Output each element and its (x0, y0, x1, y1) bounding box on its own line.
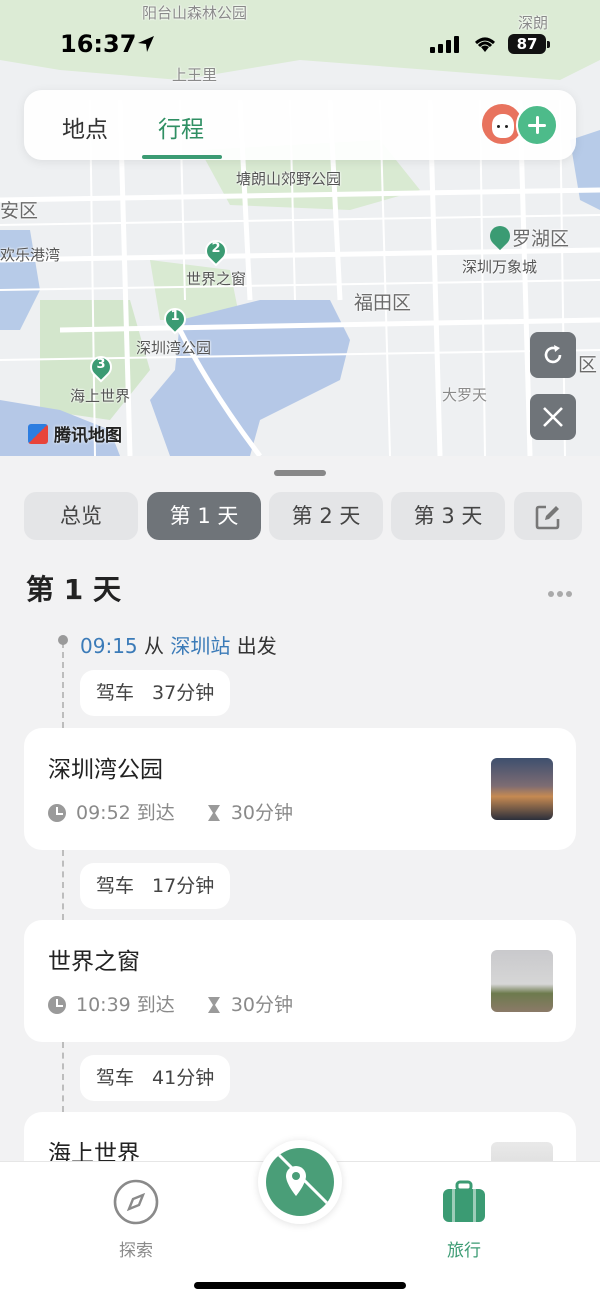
map-pin-icon (272, 1148, 334, 1210)
drive-segment[interactable]: 驾车 17分钟 (80, 863, 231, 909)
nav-travel-label: 旅行 (447, 1241, 481, 1261)
wifi-icon (475, 37, 495, 52)
map-pin-1[interactable]: 1 (159, 303, 191, 336)
timeline-connector (62, 1042, 64, 1112)
itinerary-sheet: 总览 第 1 天 第 2 天 第 3 天 第 1 天 09:15 从 深圳站 出… (0, 456, 600, 1234)
close-icon (543, 407, 563, 427)
map-pin-label: 深圳湾公园 (136, 339, 212, 357)
stop-thumbnail[interactable] (491, 950, 553, 1012)
stop-meta: 10:39 到达 30分钟 (48, 990, 293, 1017)
timeline-start-dot (58, 635, 68, 645)
add-collaborator-button[interactable] (516, 104, 558, 146)
status-time: 16:37 (60, 30, 137, 58)
nav-explore-label: 探索 (119, 1241, 153, 1261)
battery-indicator: 87 (508, 34, 550, 54)
map-label-district: 罗湖区 (512, 228, 570, 250)
hourglass-icon (207, 805, 220, 821)
bottom-nav: 探索 旅行 (0, 1140, 600, 1300)
home-indicator (194, 1282, 406, 1289)
map-label-park: 塘朗山郊野公园 (236, 170, 342, 188)
tab-day-2[interactable]: 第 2 天 (269, 492, 383, 540)
location-arrow-icon (138, 36, 154, 52)
map-label-area: 上王里 (172, 66, 218, 84)
timeline-connector (62, 850, 64, 920)
map-pin-label: 海上世界 (70, 387, 131, 405)
nav-explore[interactable]: 探索 (96, 1178, 176, 1261)
day-title: 第 1 天 (26, 573, 121, 606)
stop-thumbnail[interactable] (491, 758, 553, 820)
map-pin-label: 世界之窗 (186, 270, 247, 288)
departure-station-link[interactable]: 深圳站 (170, 634, 230, 658)
clock-icon (48, 996, 66, 1014)
close-map-button[interactable] (530, 394, 576, 440)
map-label-area: 欢乐港湾 (0, 246, 61, 264)
map-label-district: 福田区 (354, 292, 412, 314)
suitcase-icon (443, 1180, 485, 1222)
tab-itinerary[interactable]: 行程 (158, 110, 204, 144)
more-options-icon[interactable] (548, 582, 575, 601)
map-label-park: 阳台山森林公园 (142, 4, 248, 22)
drive-segment[interactable]: 驾车 37分钟 (80, 670, 231, 716)
hotel-marker-icon[interactable] (485, 221, 515, 251)
tab-overview[interactable]: 总览 (24, 492, 138, 540)
edit-button[interactable] (514, 492, 582, 540)
active-tab-indicator (142, 155, 222, 159)
cellular-signal-icon (430, 36, 459, 53)
map-toggle-button[interactable] (258, 1140, 342, 1224)
top-tab-bar: 地点 行程 (24, 90, 576, 160)
stop-name: 世界之窗 (48, 949, 140, 975)
map-brand: 腾讯地图 (28, 421, 122, 446)
tab-day-1[interactable]: 第 1 天 (147, 492, 261, 540)
timeline-connector (62, 642, 64, 728)
clock-icon (48, 804, 66, 822)
map-pin-2[interactable]: 2 (200, 235, 232, 268)
stop-name: 深圳湾公园 (48, 757, 163, 783)
day-tab-bar: 总览 第 1 天 第 2 天 第 3 天 (24, 492, 584, 542)
edit-icon (535, 505, 560, 530)
refresh-button[interactable] (530, 332, 576, 378)
compass-icon (113, 1179, 159, 1225)
map-label-area: 大罗天 (442, 386, 488, 404)
map-view[interactable]: 阳台山森林公园 上王里 深朗 塘朗山郊野公园 安区 欢乐港湾 罗湖区 深圳万象城… (0, 0, 600, 456)
nav-travel[interactable]: 旅行 (424, 1178, 504, 1261)
departure-info: 09:15 从 深圳站 出发 (80, 634, 277, 658)
hourglass-icon (207, 997, 220, 1013)
stop-card[interactable]: 世界之窗 10:39 到达 30分钟 (24, 920, 576, 1042)
refresh-icon (544, 345, 562, 364)
map-label-district: 安区 (0, 200, 39, 222)
map-pin-3[interactable]: 3 (85, 351, 117, 384)
tab-day-3[interactable]: 第 3 天 (391, 492, 505, 540)
stop-card[interactable]: 深圳湾公园 09:52 到达 30分钟 (24, 728, 576, 850)
tab-places[interactable]: 地点 (62, 110, 108, 144)
drive-segment[interactable]: 驾车 41分钟 (80, 1055, 231, 1101)
map-label-poi: 深圳万象城 (462, 258, 538, 276)
status-bar: 16:37 87 (0, 28, 600, 64)
stop-meta: 09:52 到达 30分钟 (48, 798, 293, 825)
sheet-drag-handle[interactable] (274, 470, 326, 476)
map-label-district: 区 (578, 354, 598, 376)
tencent-map-logo-icon (28, 424, 48, 444)
